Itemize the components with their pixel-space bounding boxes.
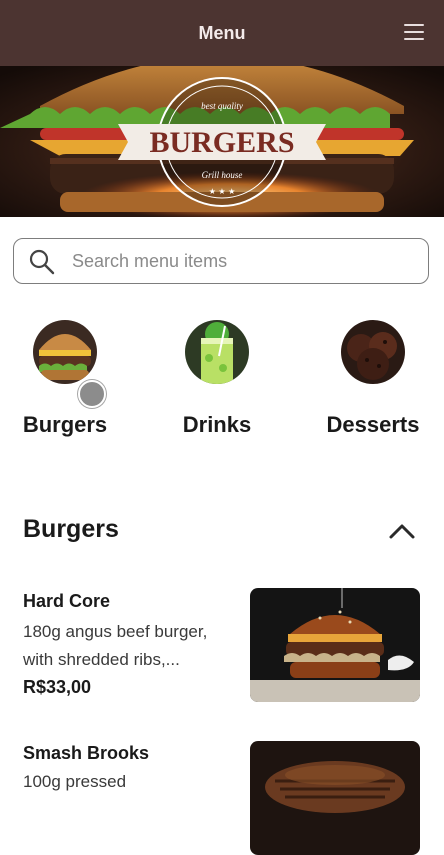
category-label-drinks: Drinks [182, 412, 252, 437]
category-drinks[interactable]: Drinks [152, 320, 282, 444]
menu-item-price: R$33,00 [23, 677, 92, 697]
hero-badge-title: BURGERS [149, 126, 294, 159]
category-drinks-image [185, 320, 249, 384]
touch-cursor-indicator [78, 380, 106, 408]
menu-item-image [250, 588, 420, 702]
section-title: Burgers [23, 515, 119, 543]
hero-badge-top-text: best quality [201, 101, 243, 111]
menu-item-description-line2: with shredded ribs,... [23, 650, 180, 669]
chevron-up-icon[interactable] [388, 521, 416, 541]
page-title: Menu [198, 22, 246, 43]
menu-item-name: Hard Core [23, 591, 111, 611]
menu-item-description-line1: 180g angus beef burger, [23, 622, 208, 641]
hero-burger-image: best quality BURGERS Grill house ★ ★ ★ [0, 66, 444, 217]
category-desserts[interactable]: Desserts [308, 320, 438, 444]
category-desserts-image [341, 320, 405, 384]
menu-item-description-line1: 100g pressed [23, 772, 127, 791]
search-bar[interactable] [13, 238, 429, 284]
search-input[interactable] [72, 239, 412, 283]
search-icon [29, 249, 55, 275]
hero-banner: best quality BURGERS Grill house ★ ★ ★ [0, 66, 444, 217]
category-burgers[interactable]: Burgers [0, 320, 130, 444]
menu-item-image [250, 741, 420, 855]
menu-item-name: Smash Brooks [23, 743, 150, 763]
hero-badge-bottom-text: Grill house [202, 170, 243, 180]
hamburger-menu-icon[interactable] [404, 24, 424, 40]
category-label-desserts: Desserts [326, 412, 420, 437]
svg-text:★ ★ ★: ★ ★ ★ [209, 187, 236, 196]
category-burgers-image [33, 320, 97, 384]
top-app-bar: Menu [0, 0, 444, 66]
category-label-burgers: Burgers [22, 412, 108, 437]
